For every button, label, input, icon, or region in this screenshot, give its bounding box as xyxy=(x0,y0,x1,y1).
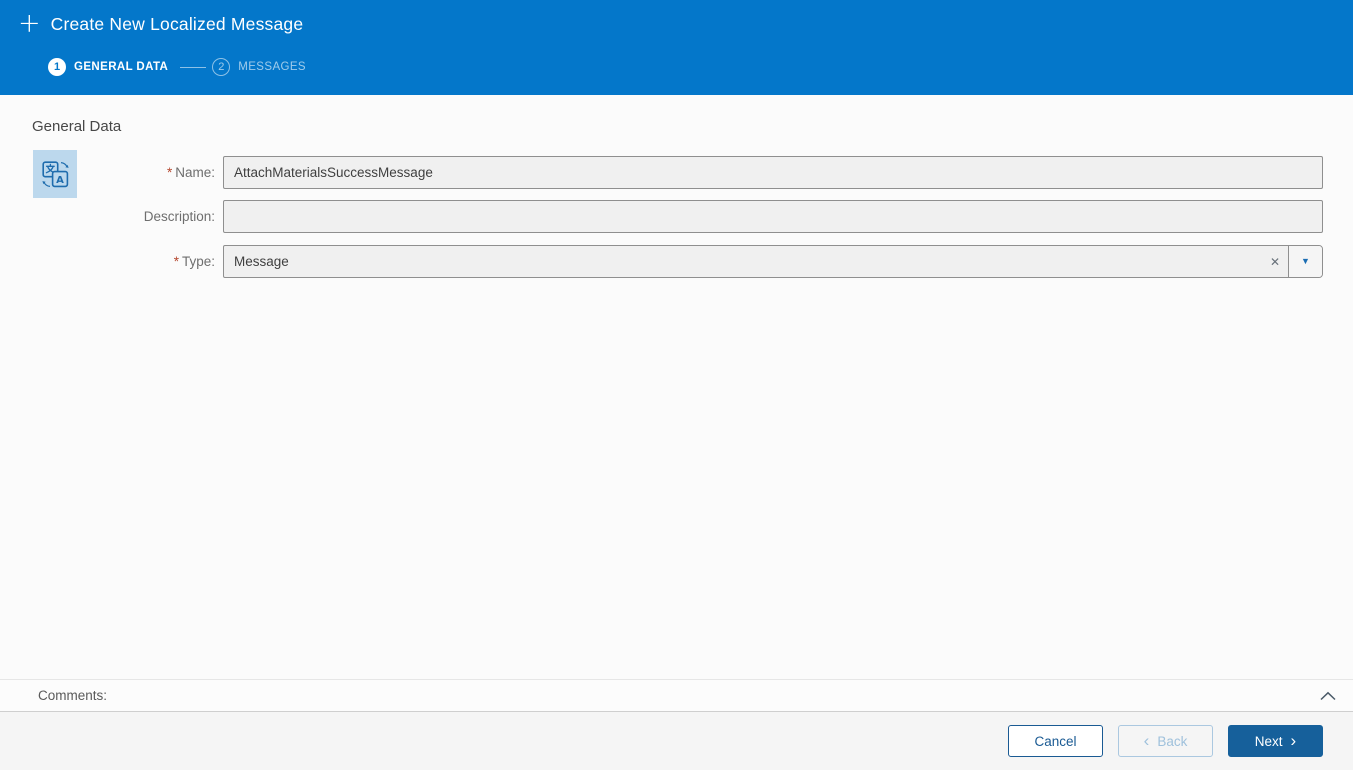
field-row-type: *Type: ✕ ▼ xyxy=(0,245,1323,278)
field-label-text: Description: xyxy=(143,209,215,224)
comments-bar: Comments: xyxy=(0,679,1353,712)
field-label-type: * Type: xyxy=(0,254,215,269)
type-dropdown-button[interactable]: ▼ xyxy=(1288,246,1322,277)
field-label-name: * Name: xyxy=(0,165,215,180)
section-title: General Data xyxy=(32,118,122,135)
field-label-text: Type: xyxy=(181,254,215,269)
next-button-label: Next xyxy=(1254,733,1283,749)
create-localized-message-wizard: + Create New Localized Message 1 GENERAL… xyxy=(0,0,1353,770)
plus-icon: + xyxy=(18,8,41,39)
step-number-badge: 2 xyxy=(212,58,231,76)
wizard-step-indicator: 1 GENERAL DATA 2 MESSAGES xyxy=(48,58,306,76)
title-row: + Create New Localized Message xyxy=(18,8,304,39)
field-label-description: Description: xyxy=(0,209,215,224)
clear-icon[interactable]: ✕ xyxy=(1262,246,1288,277)
chevron-left-icon: ‹ xyxy=(1143,731,1150,750)
name-input[interactable] xyxy=(223,156,1323,189)
wizard-footer: Cancel ‹ Back Next › xyxy=(0,712,1353,770)
cancel-button-label: Cancel xyxy=(1034,733,1077,749)
field-label-text: Name: xyxy=(175,165,215,180)
type-combobox: ✕ ▼ xyxy=(223,245,1323,278)
wizard-header: + Create New Localized Message 1 GENERAL… xyxy=(0,0,1353,95)
chevron-up-icon xyxy=(1320,691,1336,700)
wizard-step-general-data[interactable]: 1 GENERAL DATA xyxy=(48,58,168,76)
next-button[interactable]: Next › xyxy=(1228,725,1323,757)
general-data-panel: General Data A * Name: AttachMaterialsSu… xyxy=(0,95,1353,679)
page-title: Create New Localized Message xyxy=(50,13,304,34)
required-marker: * xyxy=(166,165,173,180)
chevron-down-icon: ▼ xyxy=(1301,256,1310,266)
field-row-description: Description: xyxy=(0,200,1323,233)
type-combobox-input[interactable] xyxy=(224,246,1262,277)
chevron-right-icon: › xyxy=(1290,731,1297,750)
back-button[interactable]: ‹ Back xyxy=(1118,725,1213,757)
description-input[interactable] xyxy=(223,200,1323,233)
step-number-badge: 1 xyxy=(48,58,66,76)
comments-collapse-button[interactable] xyxy=(1319,691,1337,701)
step-connector xyxy=(180,66,207,68)
cancel-button[interactable]: Cancel xyxy=(1008,725,1103,757)
step-label: GENERAL DATA xyxy=(74,61,169,73)
step-label: MESSAGES xyxy=(238,61,306,73)
field-row-name: * Name: xyxy=(0,156,1323,189)
comments-label: Comments: xyxy=(38,688,108,703)
back-button-label: Back xyxy=(1157,733,1188,749)
wizard-step-messages[interactable]: 2 MESSAGES xyxy=(212,58,306,76)
required-marker: * xyxy=(173,254,179,269)
